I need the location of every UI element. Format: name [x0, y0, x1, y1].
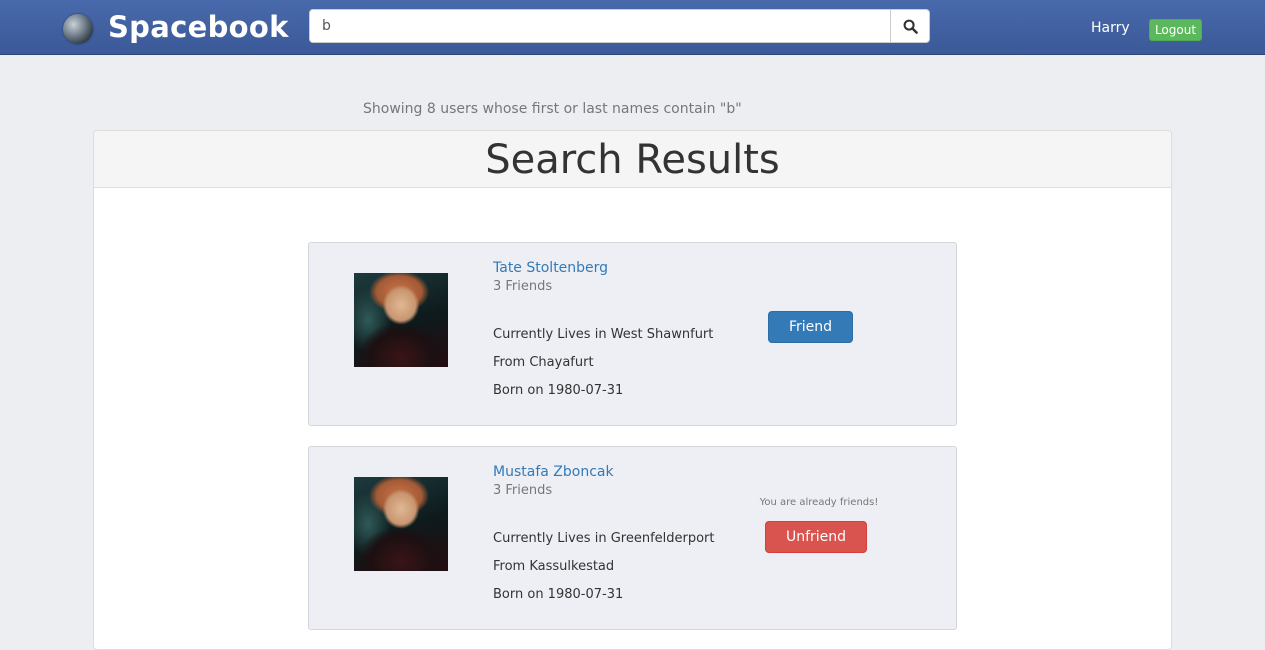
user-name-link[interactable]: Mustafa Zboncak	[493, 464, 614, 480]
current-user-name[interactable]: Harry	[1091, 20, 1130, 36]
search-button[interactable]	[890, 9, 930, 43]
user-lives-in: Currently Lives in Greenfelderport	[493, 531, 715, 546]
already-friends-note: You are already friends!	[759, 497, 879, 508]
moon-logo-icon[interactable]	[63, 14, 93, 44]
user-birthdate: Born on 1980-07-31	[493, 587, 624, 602]
brand-name[interactable]: Spacebook	[108, 10, 289, 44]
user-from: From Kassulkestad	[493, 559, 615, 574]
friends-count: 3 Friends	[493, 483, 553, 498]
user-birthdate: Born on 1980-07-31	[493, 383, 624, 398]
avatar[interactable]	[354, 477, 448, 571]
navbar: Spacebook Harry Logout	[0, 0, 1265, 55]
search-icon	[903, 19, 918, 34]
user-lives-in: Currently Lives in West Shawnfurt	[493, 327, 714, 342]
logout-button[interactable]: Logout	[1149, 19, 1202, 41]
page-title: Search Results	[485, 137, 780, 183]
search-input[interactable]	[309, 9, 891, 43]
user-name-link[interactable]: Tate Stoltenberg	[493, 260, 608, 276]
avatar[interactable]	[354, 273, 448, 367]
search-summary: Showing 8 users whose first or last name…	[363, 101, 742, 117]
panel-heading: Search Results	[94, 131, 1171, 188]
friend-button[interactable]: Friend	[768, 311, 853, 343]
friends-count: 3 Friends	[493, 279, 553, 294]
user-card: Tate Stoltenberg 3 Friends Currently Liv…	[308, 242, 957, 426]
unfriend-button[interactable]: Unfriend	[765, 521, 867, 553]
user-card: Mustafa Zboncak 3 Friends Currently Live…	[308, 446, 957, 630]
user-from: From Chayafurt	[493, 355, 594, 370]
